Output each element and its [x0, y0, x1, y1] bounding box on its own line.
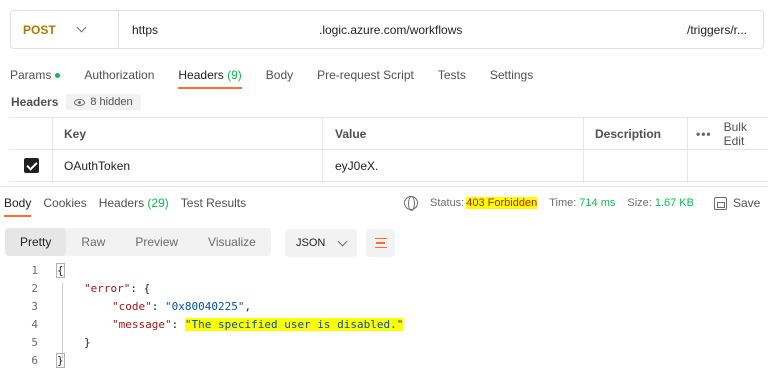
bulk-edit-button[interactable]: Bulk Edit — [724, 120, 768, 148]
column-value: Value — [323, 118, 584, 149]
code-open-brace: { — [56, 262, 65, 278]
wrap-lines-button[interactable] — [366, 229, 395, 257]
chevron-down-icon — [76, 22, 87, 33]
response-status-bar: Status: 403 Forbidden Time: 714 ms Size:… — [404, 196, 760, 211]
table-row: OAuthToken eyJ0eX. — [10, 150, 768, 182]
response-body-code[interactable]: 1 { 2 "error": { 3 "code": "0x80040225",… — [0, 261, 768, 369]
code-value-message: "The specified user is disabled." — [184, 317, 404, 331]
response-tab-cookies[interactable]: Cookies — [43, 196, 86, 210]
save-icon — [713, 196, 727, 210]
headers-table: Key Value Description ••• Bulk Edit OAut… — [10, 117, 768, 182]
code-line: 6 } — [0, 351, 768, 369]
url-part-scheme[interactable]: https — [132, 23, 158, 37]
response-pane: Body Cookies Headers (29) Test Results S… — [0, 186, 768, 377]
code-line: 1 { — [0, 261, 768, 279]
size-label: Size: — [627, 197, 652, 209]
code-key-error: "error" — [84, 281, 131, 295]
tab-body[interactable]: Body — [266, 68, 293, 82]
view-visualize[interactable]: Visualize — [193, 228, 271, 256]
tab-prerequest-script[interactable]: Pre-request Script — [317, 68, 414, 82]
response-tabs: Body Cookies Headers (29) Test Results — [4, 196, 258, 217]
row-actions-cell — [688, 150, 768, 181]
tab-settings[interactable]: Settings — [490, 68, 533, 82]
hidden-headers-label: 8 hidden — [90, 96, 133, 108]
globe-icon[interactable] — [404, 196, 418, 211]
more-options-icon[interactable]: ••• — [696, 127, 712, 141]
code-line: 4 "message": "The specified user is disa… — [0, 315, 768, 333]
response-tab-body[interactable]: Body — [4, 196, 32, 217]
line-number: 4 — [31, 317, 38, 331]
code-close-outer-brace: } — [56, 352, 65, 368]
eye-icon — [74, 98, 86, 106]
response-tab-test-results[interactable]: Test Results — [181, 196, 246, 210]
wrap-lines-icon — [374, 237, 387, 240]
view-raw[interactable]: Raw — [66, 228, 120, 256]
header-key-cell[interactable]: OAuthToken — [53, 150, 323, 181]
column-description: Description — [584, 118, 688, 149]
status-value[interactable]: 403 Forbidden — [466, 197, 538, 209]
tab-headers[interactable]: Headers (9) — [178, 68, 243, 89]
code-line: 5 } — [0, 333, 768, 351]
chevron-down-icon — [337, 236, 348, 246]
request-url-bar: POST https .logic.azure.com/workflows /t… — [10, 10, 764, 49]
tab-params[interactable]: Params — [10, 68, 61, 82]
code-value-code: "0x80040225" — [165, 299, 245, 313]
response-tab-headers[interactable]: Headers (29) — [99, 196, 169, 210]
url-part-host[interactable]: .logic.azure.com/workflows — [319, 23, 462, 37]
table-actions: ••• Bulk Edit — [688, 118, 768, 149]
line-number: 3 — [31, 299, 38, 313]
headers-count: (9) — [227, 68, 242, 82]
line-number: 1 — [31, 263, 38, 277]
status-label: Status: — [430, 197, 465, 209]
header-description-cell[interactable] — [584, 150, 688, 181]
time-value[interactable]: 714 ms — [579, 197, 615, 209]
line-number: 5 — [31, 335, 38, 349]
response-headers-count: (29) — [147, 196, 169, 210]
code-line: 2 "error": { — [0, 279, 768, 297]
row-enabled-checkbox[interactable] — [23, 158, 39, 173]
headers-section-label: Headers — [11, 95, 59, 109]
code-close-inner-brace: } — [84, 335, 91, 349]
line-number: 2 — [31, 281, 38, 295]
code-key-message: "message" — [112, 317, 172, 331]
view-mode-selector: Pretty Raw Preview Visualize — [5, 228, 271, 256]
params-indicator-dot — [55, 73, 61, 79]
tab-tests[interactable]: Tests — [438, 68, 466, 82]
header-checkbox-column — [10, 118, 53, 149]
request-tabs: Params Authorization Headers (9) Body Pr… — [10, 64, 557, 89]
view-preview[interactable]: Preview — [120, 228, 193, 256]
format-label: JSON — [296, 237, 326, 249]
save-response-button[interactable]: Save — [733, 196, 760, 210]
headers-section-header: Headers 8 hidden — [11, 94, 141, 110]
view-pretty[interactable]: Pretty — [5, 228, 67, 256]
row-checkbox-cell — [10, 150, 53, 181]
format-select[interactable]: JSON — [285, 229, 357, 257]
tab-authorization[interactable]: Authorization — [84, 68, 154, 82]
time-label: Time: — [549, 197, 577, 209]
table-header-row: Key Value Description ••• Bulk Edit — [10, 118, 768, 150]
url-part-path[interactable]: /triggers/r... — [687, 23, 747, 37]
method-select[interactable]: POST — [11, 11, 119, 48]
hidden-headers-toggle[interactable]: 8 hidden — [66, 94, 141, 110]
header-value-cell[interactable]: eyJ0eX. — [323, 150, 584, 181]
code-key-code: "code" — [112, 299, 152, 313]
code-line: 3 "code": "0x80040225", — [0, 297, 768, 315]
column-key: Key — [53, 118, 323, 149]
line-number: 6 — [31, 353, 38, 367]
size-value[interactable]: 1.67 KB — [655, 197, 694, 209]
method-label: POST — [23, 22, 56, 37]
